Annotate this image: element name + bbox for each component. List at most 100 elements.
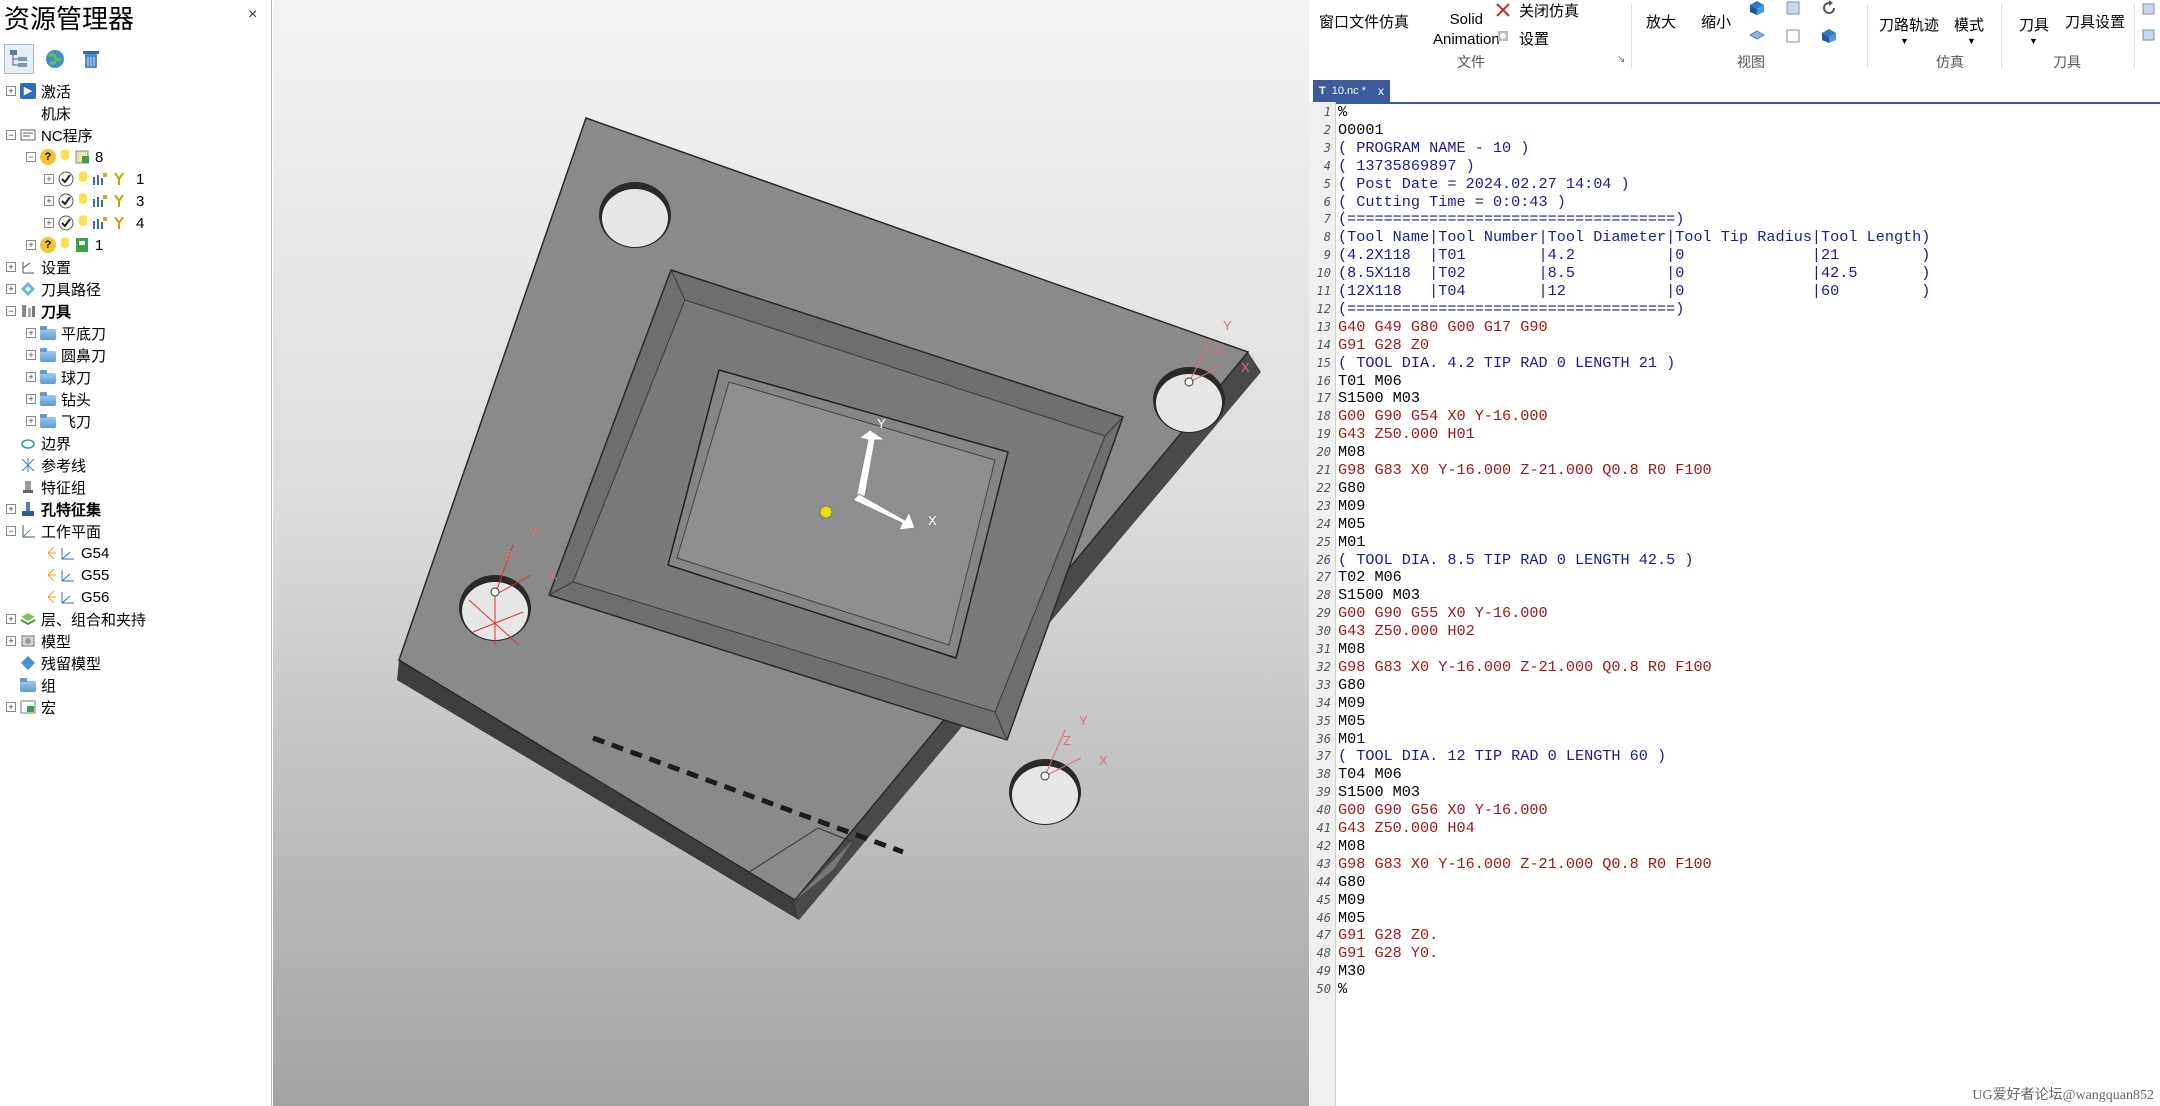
expand-icon[interactable]: + [44,196,54,206]
window-file-sim-button[interactable]: 窗口文件仿真 [1319,11,1409,32]
graphics-viewport[interactable]: Y X Z Y X Z Y X Z Y X [273,0,1309,1106]
code-line[interactable]: (Tool Name|Tool Number|Tool Diameter|Too… [1338,228,1930,246]
code-line[interactable]: ( PROGRAM NAME - 10 ) [1338,139,1529,157]
part-model[interactable]: Y X Z Y X Z Y X Z Y X [273,0,1309,1106]
code-line[interactable]: G43 Z50.000 H02 [1338,622,1475,640]
code-line[interactable]: M08 [1338,837,1365,855]
front-view-icon[interactable] [1785,0,1801,16]
code-line[interactable]: G00 G90 G54 X0 Y-16.000 [1338,407,1548,425]
shaded-icon[interactable] [1821,28,1837,44]
dropdown-arrow-icon[interactable]: ▼ [1900,36,1909,46]
code-line[interactable]: G00 G90 G55 X0 Y-16.000 [1338,604,1548,622]
tree-item-tools[interactable]: − 刀具 [6,300,71,322]
code-line[interactable]: (====================================) [1338,210,1684,228]
tree-item-models[interactable]: + 模型 [6,630,71,652]
code-line[interactable]: S1500 M03 [1338,389,1420,407]
code-line[interactable]: G00 G90 G56 X0 Y-16.000 [1338,801,1548,819]
extra-view-icon[interactable] [2141,26,2157,42]
tree-item-levels[interactable]: + 层、组合和夹持 [6,608,146,630]
expand-icon[interactable]: + [44,174,54,184]
tree-item-g54[interactable]: G54 [46,542,109,564]
top-view-icon[interactable] [1749,28,1765,44]
code-line[interactable]: G98 G83 X0 Y-16.000 Z-21.000 Q0.8 R0 F10… [1338,658,1712,676]
wireframe-icon[interactable] [1785,28,1801,44]
tool-button[interactable]: 刀具 [2019,14,2049,35]
tree-item-toolpath-4[interactable]: + 4 [44,212,144,234]
tree-item-machine[interactable]: 机床 [6,102,71,124]
code-line[interactable]: G98 G83 X0 Y-16.000 Z-21.000 Q0.8 R0 F10… [1338,855,1712,873]
tree-item-toolpaths[interactable]: + 刀具路径 [6,278,101,300]
dropdown-arrow-icon[interactable]: ▼ [2029,36,2038,46]
collapse-icon[interactable]: − [6,130,16,140]
code-line[interactable]: G80 [1338,479,1365,497]
code-line[interactable]: M30 [1338,962,1365,980]
toolpath-button[interactable]: 刀路轨迹 [1879,14,1939,35]
code-line[interactable]: M05 [1338,909,1365,927]
code-line[interactable]: (12X118 |T04 |12 |0 |60 ) [1338,282,1930,300]
code-line[interactable]: (8.5X118 |T02 |8.5 |0 |42.5 ) [1338,264,1930,282]
code-line[interactable]: T02 M06 [1338,568,1402,586]
expand-icon[interactable]: + [44,218,54,228]
code-line[interactable]: ( Cutting Time = 0:0:43 ) [1338,193,1566,211]
code-line[interactable]: T04 M06 [1338,765,1402,783]
collapse-icon[interactable]: − [6,306,16,316]
close-sim-button[interactable]: 关闭仿真 [1519,0,1579,21]
code-line[interactable]: S1500 M03 [1338,783,1420,801]
code-line[interactable]: G80 [1338,676,1365,694]
code-line[interactable]: % [1338,103,1347,121]
expand-icon[interactable]: + [26,416,36,426]
tree-item-toolpath-3[interactable]: + 3 [44,190,144,212]
tree-item-hole-features[interactable]: + 孔特征集 [6,498,101,520]
tool-settings-button[interactable]: 刀具设置 [2065,11,2125,32]
tree-item-reference-lines[interactable]: 参考线 [6,454,86,476]
nc-code-editor[interactable]: T 10.nc * x 1 2 3 4 5 6 7 8 9 10 11 12 13 14 15 16 17 18 1… [1309,72,2160,1106]
tree-item-g55[interactable]: G55 [46,564,109,586]
tree-item-groups[interactable]: 组 [6,674,56,696]
extra-view-icon[interactable] [2141,0,2157,16]
tree-item-stock-models[interactable]: 残留模型 [6,652,101,674]
explorer-close-button[interactable]: × [248,6,257,24]
tree-item-fly-cutter[interactable]: + 飞刀 [26,410,91,432]
zoom-out-button[interactable]: 缩小 [1701,11,1731,32]
tree-item-toolpath-1[interactable]: + 1 [44,168,144,190]
tab-10-nc[interactable]: T 10.nc * x [1313,80,1390,102]
code-line[interactable]: (====================================) [1338,300,1684,318]
tree-item-setup[interactable]: + 设置 [6,256,71,278]
code-line[interactable]: M09 [1338,497,1365,515]
expand-icon[interactable]: + [26,240,36,250]
code-line[interactable]: G80 [1338,873,1365,891]
expand-icon[interactable]: + [6,504,16,514]
code-line[interactable]: O0001 [1338,121,1384,139]
tree-item-g56[interactable]: G56 [46,586,109,608]
code-line[interactable]: S1500 M03 [1338,586,1420,604]
solid-animation-button[interactable]: Solid Animation [1433,10,1500,50]
expand-icon[interactable]: + [6,262,16,272]
code-line[interactable]: ( 13735869897 ) [1338,157,1475,175]
code-line[interactable]: G43 Z50.000 H04 [1338,819,1475,837]
code-line[interactable]: ( TOOL DIA. 4.2 TIP RAD 0 LENGTH 21 ) [1338,354,1675,372]
tree-item-bull-nose[interactable]: + 圆鼻刀 [26,344,106,366]
collapse-icon[interactable]: − [26,152,36,162]
code-line[interactable]: ( TOOL DIA. 12 TIP RAD 0 LENGTH 60 ) [1338,747,1666,765]
tree-item-flat-mill[interactable]: + 平底刀 [26,322,106,344]
code-line[interactable]: T01 M06 [1338,372,1402,390]
expand-icon[interactable]: + [26,350,36,360]
code-line[interactable]: M09 [1338,891,1365,909]
expand-icon[interactable]: + [6,702,16,712]
tree-item-macros[interactable]: + 宏 [6,696,56,718]
code-line[interactable]: G91 G28 Y0. [1338,944,1438,962]
code-line[interactable]: ( TOOL DIA. 8.5 TIP RAD 0 LENGTH 42.5 ) [1338,551,1693,569]
expand-icon[interactable]: + [26,372,36,382]
code-line[interactable]: G91 G28 Z0. [1338,926,1438,944]
tree-item-program-1[interactable]: + ? 1 [26,234,103,256]
expand-icon[interactable]: + [6,284,16,294]
code-line[interactable]: M01 [1338,730,1365,748]
rotate-icon[interactable] [1821,0,1837,16]
tab-close-button[interactable]: x [1378,84,1384,98]
code-line[interactable]: ( Post Date = 2024.02.27 14:04 ) [1338,175,1630,193]
dialog-launcher-icon[interactable]: ↘ [1617,54,1625,65]
tree-item-boundary[interactable]: 边界 [6,432,71,454]
expand-icon[interactable]: + [26,394,36,404]
tree-item-drill[interactable]: + 钻头 [26,388,91,410]
code-line[interactable]: G40 G49 G80 G00 G17 G90 [1338,318,1548,336]
